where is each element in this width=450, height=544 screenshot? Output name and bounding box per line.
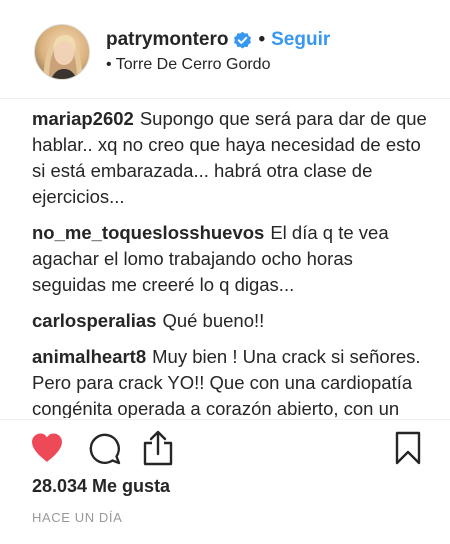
likes-count[interactable]: 28.034 Me gusta [32, 476, 170, 497]
comment-button[interactable] [88, 432, 122, 471]
save-button[interactable] [395, 431, 421, 470]
post-header: patrymontero • Seguir • Torre De Cerro G… [0, 0, 450, 99]
comments-list: mariap2602 Supongo que será para dar de q… [32, 106, 432, 418]
avatar[interactable] [34, 24, 90, 80]
separator-dot: • [258, 29, 266, 50]
comment-item: carlosperalias Qué bueno!! [32, 308, 432, 334]
bookmark-icon [395, 431, 421, 465]
comment-username[interactable]: animalheart8 [32, 346, 146, 367]
heart-filled-icon [32, 433, 62, 462]
like-button[interactable] [30, 432, 64, 469]
post-timestamp[interactable]: HACE UN DÍA [32, 510, 122, 525]
comment-username[interactable]: mariap2602 [32, 108, 134, 129]
comment-item: mariap2602 Supongo que será para dar de q… [32, 106, 432, 210]
username[interactable]: patrymontero [106, 29, 228, 51]
comment-username[interactable]: carlosperalias [32, 310, 156, 331]
action-bar [0, 419, 450, 480]
share-icon [143, 430, 173, 466]
comment-text: Qué bueno!! [162, 310, 265, 331]
location-label[interactable]: • Torre De Cerro Gordo [106, 56, 270, 74]
verified-badge-icon [234, 31, 252, 48]
comment-item: no_me_toqueslosshuevos El día q te vea ag… [32, 220, 432, 298]
follow-button[interactable]: Seguir [271, 29, 330, 51]
user-line: patrymontero • Seguir [106, 27, 330, 53]
comment-username[interactable]: no_me_toqueslosshuevos [32, 222, 264, 243]
comment-item: animalheart8 Muy bien ! Una crack si seño… [32, 344, 432, 418]
share-button[interactable] [142, 430, 174, 471]
comment-icon [89, 433, 121, 465]
avatar-image [43, 33, 83, 79]
